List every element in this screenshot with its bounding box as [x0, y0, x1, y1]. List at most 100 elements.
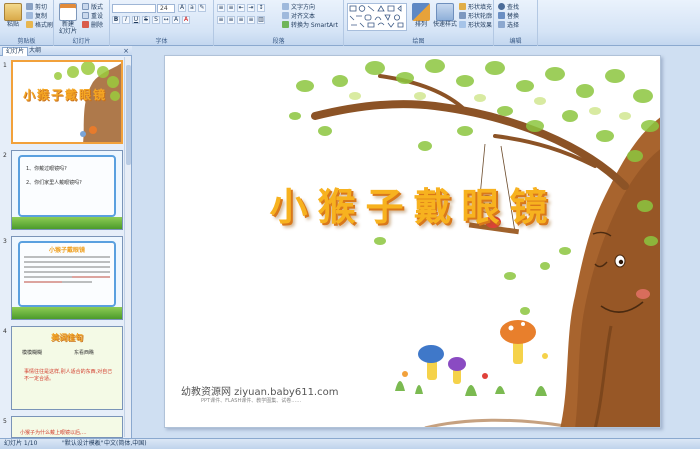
shape-effects-button[interactable]: 形状效果: [459, 20, 492, 29]
italic-icon[interactable]: I: [122, 16, 130, 24]
thumb-line: 1、你戴过眼镜吗?: [26, 166, 67, 172]
shadow-icon[interactable]: S: [152, 16, 160, 24]
paste-icon: [4, 3, 22, 21]
new-slide-button[interactable]: 新建 幻灯片: [56, 3, 80, 35]
brush-icon: [26, 20, 33, 28]
slide-thumb-3[interactable]: 小猴子戴眼镜: [11, 236, 123, 320]
slides-group: 新建 幻灯片 版式 重设 删除 幻灯片: [54, 0, 110, 46]
delete-button[interactable]: 删除: [82, 20, 103, 29]
align-text-button[interactable]: 对齐文本: [282, 11, 315, 20]
clipboard-group: 粘贴 剪切 复制 格式刷 剪贴板: [0, 0, 54, 46]
arrange-button[interactable]: 排列: [410, 3, 432, 28]
quick-styles-button[interactable]: 快速样式: [432, 3, 458, 28]
close-icon[interactable]: ×: [123, 47, 129, 55]
increase-indent-icon[interactable]: ⇥: [247, 4, 255, 12]
line-spacing-icon[interactable]: ↕: [257, 4, 265, 12]
binoculars-icon: [498, 2, 505, 10]
pen-icon: [459, 11, 466, 19]
replace-button[interactable]: 替换: [498, 11, 519, 20]
cursor-icon: [498, 20, 505, 28]
shape-fill-button[interactable]: 形状填充: [459, 2, 492, 11]
panel-tabs: 幻灯片 大纲 ×: [0, 46, 132, 56]
format-painter-button[interactable]: 格式刷: [26, 20, 53, 29]
slide-thumb-1[interactable]: 小猴子戴眼镜: [11, 60, 123, 144]
thumb-sentence: 事情往往是这样,别人适合的东西,对自己不一定合适。: [24, 369, 113, 382]
drawing-group: 排列 快速样式 形状填充 形状轮廓 形状效果 绘图: [344, 0, 494, 46]
bullets-icon[interactable]: ≡: [217, 4, 225, 12]
language-status[interactable]: 中文(简体,中国): [104, 439, 147, 449]
smartart-icon: [282, 20, 289, 28]
reset-button[interactable]: 重设: [82, 11, 103, 20]
underline-icon[interactable]: U: [132, 16, 140, 24]
font-name-combo[interactable]: [112, 4, 156, 13]
columns-icon[interactable]: ▥: [257, 16, 265, 24]
thumb-caption: 小猴子为什么戴上眼镜以后,…: [20, 430, 87, 436]
panel-scrollbar[interactable]: [124, 57, 131, 437]
font-color-icon[interactable]: A: [182, 16, 190, 24]
thumb-number: 2: [3, 152, 7, 159]
grass-strip: [12, 217, 122, 229]
bold-icon[interactable]: B: [112, 16, 120, 24]
slides-panel: 幻灯片 大纲 × 1 小猴子戴眼镜 2 1、你戴过眼镜吗? 2、你们家里人戴眼镜…: [0, 46, 132, 438]
font-label: 字体: [155, 38, 168, 45]
editing-group: 查找 替换 选择 编辑: [494, 0, 538, 46]
strikethrough-icon[interactable]: S: [142, 16, 150, 24]
paragraph-group: ≡ ≡ ⇤ ⇥ ↕ ≡ ≡ ≡ ≡ ▥ 文字方向 对齐文本 转换为 SmartA…: [214, 0, 344, 46]
scissors-icon: [26, 2, 33, 10]
slide-thumb-2[interactable]: 1、你戴过眼镜吗? 2、你们家里人戴眼镜吗?: [11, 150, 123, 230]
clipboard-label: 剪贴板: [17, 38, 36, 45]
align-left-icon[interactable]: ≡: [217, 16, 225, 24]
font-size-combo[interactable]: 24: [157, 4, 175, 13]
decrease-indent-icon[interactable]: ⇤: [237, 4, 245, 12]
thumb-number: 4: [3, 328, 7, 335]
delete-icon: [82, 20, 89, 28]
slide-title[interactable]: 小猴子戴眼镜: [165, 176, 660, 231]
watermark-subtitle: PPT课件、FLASH课件、教学图集、试卷……: [201, 398, 302, 404]
slide-canvas[interactable]: 小猴子戴眼镜 幼教资源网 ziyuan.baby611.com PPT课件、FL…: [164, 55, 661, 428]
layout-icon: [82, 2, 89, 10]
arrange-icon: [412, 3, 430, 21]
editing-label: 编辑: [509, 38, 522, 45]
grow-font-icon[interactable]: A: [178, 4, 186, 12]
align-right-icon[interactable]: ≡: [237, 16, 245, 24]
font-group: 24 A a ✎ B I U S S ↔ A A 字体: [110, 0, 214, 46]
thumb-number: 5: [3, 418, 7, 425]
slide-workspace: 小猴子戴眼镜 幼教资源网 ziyuan.baby611.com PPT课件、FL…: [132, 46, 700, 438]
thumb-word: 模模糊糊: [22, 350, 43, 356]
status-bar: 幻灯片 1/10 "默认设计模板" ✓ 中文(简体,中国): [0, 438, 700, 449]
spell-check-icon[interactable]: ✓: [94, 439, 99, 449]
find-button[interactable]: 查找: [498, 2, 519, 11]
justify-icon[interactable]: ≡: [247, 16, 255, 24]
text-lines-image: [24, 256, 110, 283]
change-case-icon[interactable]: A: [172, 16, 180, 24]
cut-button[interactable]: 剪切: [26, 2, 47, 11]
numbering-icon[interactable]: ≡: [227, 4, 235, 12]
clear-format-icon[interactable]: ✎: [198, 4, 206, 12]
align-center-icon[interactable]: ≡: [227, 16, 235, 24]
grass-strip: [12, 307, 122, 319]
layout-button[interactable]: 版式: [82, 2, 103, 11]
thumb-number: 1: [3, 62, 7, 69]
shapes-gallery[interactable]: [347, 3, 407, 31]
smartart-button[interactable]: 转换为 SmartArt: [282, 20, 338, 29]
tab-slides[interactable]: 幻灯片: [2, 47, 29, 56]
text-direction-button[interactable]: 文字方向: [282, 2, 315, 11]
copy-button[interactable]: 复制: [26, 11, 47, 20]
shrink-font-icon[interactable]: a: [188, 4, 196, 12]
paste-button[interactable]: 粘贴: [2, 3, 24, 28]
spacing-icon[interactable]: ↔: [162, 16, 170, 24]
slide-thumb-4[interactable]: 美词佳句 模模糊糊 东看西瞧 事情往往是这样,别人适合的东西,对自己不一定合适。: [11, 326, 123, 410]
reset-icon: [82, 11, 89, 19]
thumb-line: 2、你们家里人戴眼镜吗?: [26, 180, 82, 186]
ribbon: 粘贴 剪切 复制 格式刷 剪贴板 新建 幻灯片 版式 重设 删除 幻灯片 24 …: [0, 0, 700, 46]
scrollbar-thumb[interactable]: [126, 65, 131, 165]
paragraph-label: 段落: [272, 38, 285, 45]
effects-icon: [459, 20, 466, 28]
slides-label: 幻灯片: [72, 38, 91, 45]
thumb-title: 小猴子戴眼镜: [23, 88, 108, 102]
tab-outline[interactable]: 大纲: [26, 47, 44, 56]
shape-outline-button[interactable]: 形状轮廓: [459, 11, 492, 20]
select-button[interactable]: 选择: [498, 20, 519, 29]
quick-styles-icon: [436, 3, 454, 21]
slide-thumb-5[interactable]: 小猴子为什么戴上眼镜以后,…: [11, 416, 123, 438]
